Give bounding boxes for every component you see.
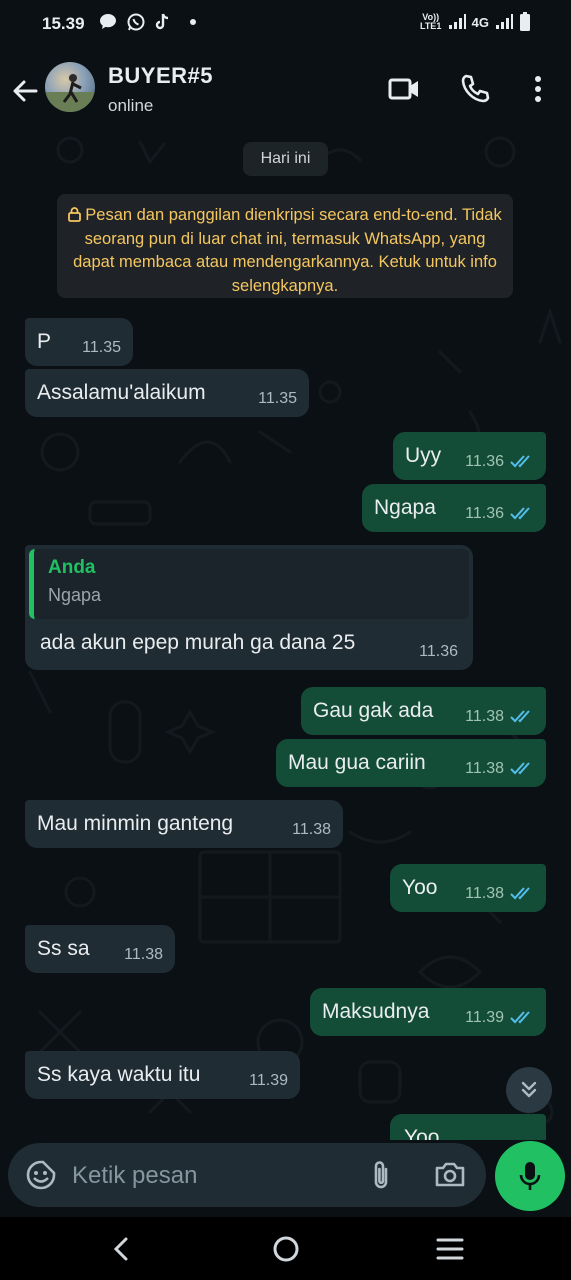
status-bar: 15.39 Vo)) LTE1 4G [0,0,571,48]
quoted-message[interactable]: Anda Ngapa [29,549,469,619]
read-ticks-icon [510,887,530,900]
message-notification-icon [100,14,116,29]
message-bubble-incoming[interactable]: P 11.35 [25,318,133,366]
message-time-value: 11.36 [465,505,504,522]
nav-recents-icon[interactable] [436,1237,464,1261]
status-time: 15.39 [42,14,85,33]
camera-icon[interactable] [433,1159,467,1189]
microphone-icon [519,1162,541,1190]
message-text: Yoo [404,1126,440,1140]
date-chip: Hari ini [243,142,328,176]
contact-name[interactable]: BUYER#5 [108,63,213,89]
message-time-value: 11.36 [465,453,504,470]
system-navigation-bar [0,1217,571,1280]
message-text: Assalamu'alaikum [37,381,206,404]
chat-area[interactable]: Hari ini Pesan dan panggilan dienkripsi … [0,132,571,1140]
signal-icon-2 [496,14,513,29]
message-bubble-outgoing[interactable]: Ngapa 11.36 [362,484,546,532]
back-arrow-icon[interactable] [10,76,40,106]
message-time-value: 11.38 [465,708,504,725]
network-type-label: 4G [471,14,489,30]
voice-call-icon[interactable] [458,72,492,106]
encryption-notice[interactable]: Pesan dan panggilan dienkripsi secara en… [57,194,513,298]
read-ticks-icon [510,710,530,723]
message-bubble-outgoing[interactable]: Uyy 11.36 [393,432,546,480]
message-bubble-outgoing-partial[interactable]: Yoo [390,1114,546,1140]
message-text: ada akun epep murah ga dana 25 [40,631,356,654]
message-bubble-incoming[interactable]: Assalamu'alaikum 11.35 [25,369,309,417]
message-time: 11.36 [419,643,458,660]
notification-icons [98,12,196,32]
double-chevron-down-icon [521,1081,537,1098]
contact-avatar[interactable] [45,62,95,112]
message-time: 11.35 [258,390,297,407]
message-text: Ngapa [374,496,436,519]
quoted-text: Ngapa [48,585,102,605]
voice-message-button[interactable] [495,1141,565,1211]
message-text: P [37,330,52,353]
read-ticks-icon [510,762,530,775]
message-text: Gau gak ada [313,699,434,722]
message-text: Mau minmin ganteng [37,812,234,835]
message-bubble-outgoing[interactable]: Mau gua cariin 11.38 [276,739,546,787]
chat-header: BUYER#5 online [0,48,571,132]
message-time: 11.38 [447,696,534,726]
signal-icon [448,14,466,29]
message-time: 11.38 [292,821,331,838]
message-time: 11.39 [447,997,534,1027]
message-text: Maksudnya [322,1000,430,1023]
message-input[interactable] [70,1157,344,1195]
read-ticks-icon [510,455,530,468]
message-time: 11.36 [447,441,534,471]
message-time-value: 11.38 [465,885,504,902]
message-bubble-incoming[interactable]: Ss kaya waktu itu 11.39 [25,1051,300,1099]
message-bubble-outgoing[interactable]: Yoo 11.38 [390,864,546,912]
status-right-icons: Vo)) LTE1 4G [420,12,531,32]
video-call-icon[interactable] [387,72,421,106]
message-text: Mau gua cariin [288,751,426,774]
message-time: 11.38 [447,748,534,778]
message-time: 11.39 [249,1072,288,1089]
message-time: 11.38 [447,873,534,903]
encryption-notice-text: Pesan dan panggilan dienkripsi secara en… [73,206,502,295]
whatsapp-notification-icon [127,13,145,31]
quoted-author: Anda [48,557,96,578]
message-time-value: 11.39 [465,1009,504,1026]
message-bubble-outgoing[interactable]: Gau gak ada 11.38 [301,687,546,735]
attach-paperclip-icon[interactable] [366,1159,396,1191]
read-ticks-icon [510,507,530,520]
message-text: Ss sa [37,937,90,960]
lock-icon [68,207,82,222]
message-time: 11.38 [124,946,163,963]
message-time-value: 11.38 [465,760,504,777]
message-bubble-incoming-reply[interactable]: Anda Ngapa ada akun epep murah ga dana 2… [25,545,473,670]
nav-home-icon[interactable] [272,1235,300,1263]
emoji-sticker-icon[interactable] [25,1159,57,1191]
message-text: Yoo [402,876,438,899]
message-bubble-incoming[interactable]: Ss sa 11.38 [25,925,175,973]
volte-label: Vo)) LTE1 [419,12,442,31]
read-ticks-icon [510,1011,530,1024]
more-options-icon[interactable] [528,72,548,106]
more-notifications-dot [190,19,196,25]
battery-icon [520,12,530,31]
message-composer [8,1143,486,1207]
avatar-image [45,74,95,112]
message-time: 11.35 [82,339,121,356]
contact-status: online [108,96,154,115]
message-bubble-outgoing[interactable]: Maksudnya 11.39 [310,988,546,1036]
tiktok-notification-icon [155,13,169,30]
nav-back-icon[interactable] [110,1235,134,1263]
message-time: 11.36 [447,493,534,523]
message-bubble-incoming[interactable]: Mau minmin ganteng 11.38 [25,800,343,848]
message-text: Ss kaya waktu itu [37,1063,201,1086]
scroll-to-bottom-button[interactable] [506,1067,552,1113]
message-text: Uyy [405,444,442,467]
